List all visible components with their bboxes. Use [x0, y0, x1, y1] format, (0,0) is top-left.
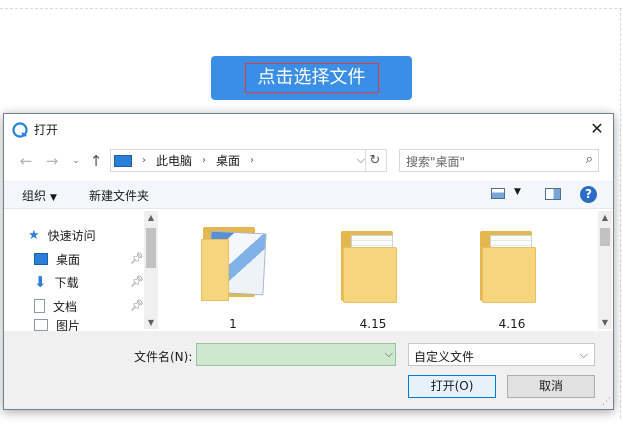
scroll-thumb [600, 228, 610, 246]
file-list-scrollbar[interactable]: ▲ ▼ [598, 211, 612, 329]
address-row: ← → ⌄ ↑ › 此电脑 › 桌面 › ⌵ ↻ 搜索"桌面" ⌕ [4, 147, 613, 175]
choose-file-button[interactable]: 点击选择文件 [211, 56, 412, 100]
caret-down-icon: ▼ [50, 193, 57, 203]
breadcrumb-this-pc[interactable]: 此电脑 [156, 152, 192, 169]
file-name: 4.15 [359, 317, 387, 331]
pin-icon[interactable]: 📌︎ [130, 299, 144, 312]
refresh-icon[interactable]: ↻ [365, 150, 384, 171]
pc-icon [114, 154, 132, 167]
chevron-down-icon[interactable]: ⌵ [385, 347, 393, 361]
filename-label: 文件名(N): [134, 350, 193, 364]
chevron-down-icon: ⌵ [579, 348, 588, 361]
scroll-down-icon: ▼ [601, 318, 609, 327]
desktop-icon [34, 253, 48, 265]
scroll-up-icon: ▲ [147, 213, 155, 222]
nav-item-quick-access[interactable]: ★ 快速访问 [28, 225, 96, 245]
help-icon[interactable]: ? [580, 186, 597, 203]
chevron-right-icon: › [202, 155, 207, 166]
search-icon[interactable]: ⌕ [586, 152, 593, 167]
file-tile[interactable]: 1 [183, 209, 283, 331]
resize-grip-icon[interactable]: ⋰ [602, 397, 611, 407]
page-edge [620, 8, 621, 418]
scroll-down-icon: ▼ [147, 318, 155, 327]
file-tile[interactable]: 4.16 [462, 209, 562, 331]
chevron-down-icon[interactable]: ⌵ [357, 153, 365, 167]
scroll-thumb [146, 228, 156, 268]
folder-front-flap [201, 239, 229, 301]
open-button[interactable]: 打开(O) [408, 375, 496, 398]
picture-icon [34, 319, 48, 331]
dialog-titlebar: 打开 ✕ [4, 114, 613, 144]
nav-item-desktop[interactable]: 桌面 [34, 249, 80, 269]
nav-scrollbar[interactable]: ▲ ▼ [144, 211, 158, 329]
file-list: 1 4.15 4.16 [161, 209, 598, 331]
organize-menu[interactable]: 组织 ▼ [22, 187, 57, 204]
command-bar: 组织 ▼ 新建文件夹 ▼ ? [4, 181, 613, 209]
file-type-select[interactable]: 自定义文件 ⌵ [408, 343, 595, 366]
choose-file-label: 点击选择文件 [244, 63, 379, 93]
new-folder-button[interactable]: 新建文件夹 [89, 187, 149, 204]
address-bar[interactable]: › 此电脑 › 桌面 › ⌵ ↻ [110, 149, 387, 172]
navigation-pane: ★ 快速访问 桌面 📌︎ ⬇ 下载 📌︎ 文档 📌︎ 图片 [4, 209, 159, 331]
file-type-value: 自定义文件 [414, 350, 475, 364]
folder-front-flap [482, 247, 536, 303]
pin-icon[interactable]: 📌︎ [130, 252, 144, 265]
breadcrumb-desktop[interactable]: 桌面 [216, 152, 240, 169]
file-name: 4.16 [498, 317, 526, 331]
forward-arrow-icon[interactable]: → [42, 151, 62, 171]
dialog-title: 打开 [34, 123, 59, 137]
star-icon: ★ [28, 227, 40, 243]
open-file-dialog: 打开 ✕ ← → ⌄ ↑ › 此电脑 › 桌面 › ⌵ ↻ 搜索"桌面" ⌕ 组… [3, 113, 614, 410]
view-options-icon[interactable] [491, 188, 505, 199]
scroll-up-icon: ▲ [601, 213, 609, 222]
filename-input[interactable]: ⌵ [196, 343, 396, 366]
browser-icon [12, 122, 28, 138]
preview-pane-icon[interactable] [545, 188, 561, 200]
search-input[interactable]: 搜索"桌面" ⌕ [399, 149, 599, 172]
up-arrow-icon[interactable]: ↑ [86, 151, 106, 171]
chevron-right-icon: › [250, 155, 255, 166]
dialog-footer: 文件名(N): ⌵ 自定义文件 ⌵ 打开(O) 取消 ⋰ [4, 331, 613, 409]
search-placeholder: 搜索"桌面" [406, 155, 466, 169]
folder-front-flap [343, 247, 397, 303]
chevron-right-icon: › [142, 155, 146, 166]
nav-item-pictures[interactable]: 图片 [34, 319, 80, 331]
document-icon [34, 299, 45, 313]
download-icon: ⬇ [34, 273, 47, 291]
file-tile[interactable]: 4.15 [323, 209, 423, 331]
pin-icon[interactable]: 📌︎ [130, 275, 144, 288]
recent-chevron-icon[interactable]: ⌄ [66, 151, 86, 171]
close-button[interactable]: ✕ [585, 117, 609, 141]
nav-item-documents[interactable]: 文档 [34, 296, 77, 316]
cancel-button[interactable]: 取消 [507, 375, 595, 398]
page-divider [0, 8, 622, 9]
caret-down-icon[interactable]: ▼ [514, 187, 521, 197]
back-arrow-icon[interactable]: ← [16, 151, 36, 171]
file-name: 1 [229, 317, 237, 331]
nav-item-downloads[interactable]: ⬇ 下载 [34, 272, 79, 292]
